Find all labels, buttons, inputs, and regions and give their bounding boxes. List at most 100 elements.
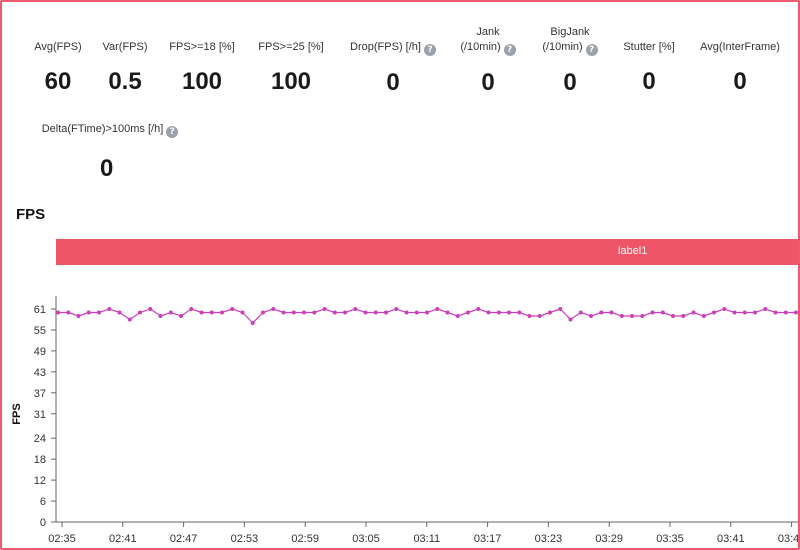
- series-point[interactable]: [271, 307, 276, 311]
- x-tick-label: 03:17: [474, 533, 502, 545]
- series-point[interactable]: [261, 310, 265, 315]
- series-point[interactable]: [619, 314, 624, 318]
- series-point[interactable]: [537, 314, 542, 318]
- series-point[interactable]: [568, 317, 573, 322]
- series-point[interactable]: [394, 307, 399, 311]
- series-point[interactable]: [404, 310, 409, 315]
- series-point[interactable]: [363, 310, 368, 315]
- series-point[interactable]: [281, 310, 286, 315]
- series-point[interactable]: [209, 310, 214, 315]
- series-point[interactable]: [302, 310, 306, 315]
- y-tick-label: 24: [34, 433, 46, 445]
- series-point[interactable]: [681, 314, 686, 318]
- series-point[interactable]: [250, 321, 255, 325]
- y-axis-label: FPS: [11, 403, 23, 424]
- series-point[interactable]: [373, 310, 378, 315]
- series-point[interactable]: [117, 310, 122, 315]
- series-point[interactable]: [773, 310, 778, 315]
- series-point[interactable]: [671, 314, 675, 318]
- series-point[interactable]: [517, 310, 522, 315]
- series-point[interactable]: [599, 310, 604, 315]
- series-point[interactable]: [332, 310, 337, 315]
- chart-section-title: FPS: [16, 206, 46, 223]
- series-point[interactable]: [322, 307, 327, 311]
- y-tick-label: 49: [34, 346, 46, 358]
- label-band[interactable]: label1: [56, 239, 798, 265]
- series-point[interactable]: [742, 310, 747, 315]
- series-point[interactable]: [486, 310, 491, 315]
- series-point[interactable]: [199, 310, 204, 315]
- series-point[interactable]: [609, 310, 614, 315]
- series-point[interactable]: [640, 314, 645, 318]
- x-tick-label: 03:47: [778, 533, 798, 545]
- series-point[interactable]: [701, 314, 706, 318]
- x-axis-ticks: 02:35 02:41 02:47 02:53 02:59 03:05 03:11 03:17…: [48, 522, 798, 545]
- metric-label: Stutter [%]: [623, 41, 675, 53]
- metric-label: Avg(InterFrame): [700, 41, 780, 53]
- series-point[interactable]: [158, 314, 163, 318]
- metric-label: FPS>=25 [%]: [258, 41, 324, 53]
- series-point[interactable]: [291, 310, 296, 315]
- series-point[interactable]: [312, 310, 317, 315]
- series-point[interactable]: [353, 307, 358, 311]
- metric-label: Delta(FTime)>100ms [/h]: [41, 123, 164, 135]
- series-point[interactable]: [127, 317, 132, 322]
- series-point[interactable]: [189, 307, 194, 311]
- metric-label: Drop(FPS) [/h]: [350, 41, 421, 53]
- series-point[interactable]: [722, 307, 727, 311]
- series-point[interactable]: [507, 310, 511, 315]
- series-point[interactable]: [496, 310, 501, 315]
- series-point[interactable]: [240, 310, 245, 315]
- series-point[interactable]: [148, 307, 153, 311]
- series-point[interactable]: [414, 310, 419, 315]
- series-point[interactable]: [343, 310, 347, 315]
- series-point[interactable]: [548, 310, 552, 315]
- series-point[interactable]: [455, 314, 460, 318]
- x-tick-label: 02:35: [48, 533, 76, 545]
- series-point[interactable]: [558, 307, 563, 311]
- series-point[interactable]: [179, 314, 183, 318]
- metric-value: 100: [270, 68, 312, 95]
- x-tick-label: 03:29: [595, 533, 623, 545]
- series-point[interactable]: [86, 310, 91, 315]
- help-icon[interactable]: ?: [423, 44, 436, 56]
- metric-fps-ge-25: FPS>=25 [%] 100: [251, 40, 331, 95]
- series-point[interactable]: [589, 314, 593, 318]
- series-point[interactable]: [527, 314, 532, 318]
- series-point[interactable]: [384, 310, 388, 315]
- help-icon[interactable]: ?: [585, 44, 598, 56]
- series-point[interactable]: [466, 310, 470, 315]
- help-icon[interactable]: ?: [503, 44, 516, 56]
- series-point[interactable]: [753, 310, 757, 315]
- series-point[interactable]: [794, 310, 798, 315]
- series-point[interactable]: [630, 314, 634, 318]
- series-point[interactable]: [783, 310, 788, 315]
- series-point[interactable]: [691, 310, 696, 315]
- series-point[interactable]: [168, 310, 173, 315]
- metric-delta-ftime: Delta(FTime)>100ms [/h]? 0: [30, 122, 190, 182]
- series-point[interactable]: [56, 310, 60, 315]
- series-point[interactable]: [650, 310, 655, 315]
- series-point[interactable]: [97, 310, 101, 315]
- series-point[interactable]: [230, 307, 235, 311]
- series-point[interactable]: [425, 310, 429, 315]
- series-point[interactable]: [220, 310, 224, 315]
- series-point[interactable]: [445, 310, 450, 315]
- metric-label: FPS>=18 [%]: [169, 41, 235, 53]
- series-point[interactable]: [76, 314, 81, 318]
- series-point[interactable]: [476, 307, 481, 311]
- series-point[interactable]: [66, 310, 71, 315]
- series-point[interactable]: [763, 307, 768, 311]
- series-point[interactable]: [660, 310, 665, 315]
- series-point[interactable]: [107, 307, 112, 311]
- series-point[interactable]: [712, 310, 716, 315]
- metric-value: 0: [481, 69, 495, 96]
- metric-value: 100: [181, 68, 223, 95]
- series-point[interactable]: [732, 310, 737, 315]
- fps-report-panel: Avg(FPS) 60 Var(FPS) 0.5 FPS>=18 [%] 100…: [0, 0, 800, 550]
- series-point[interactable]: [578, 310, 583, 315]
- series-point[interactable]: [138, 310, 142, 315]
- series-point[interactable]: [435, 307, 440, 311]
- help-icon[interactable]: ?: [166, 126, 179, 138]
- fps-line-chart[interactable]: FPS 0 6 12 18 24 31 37 43 49 55 61 02:35 02:41 02:47…: [2, 282, 798, 548]
